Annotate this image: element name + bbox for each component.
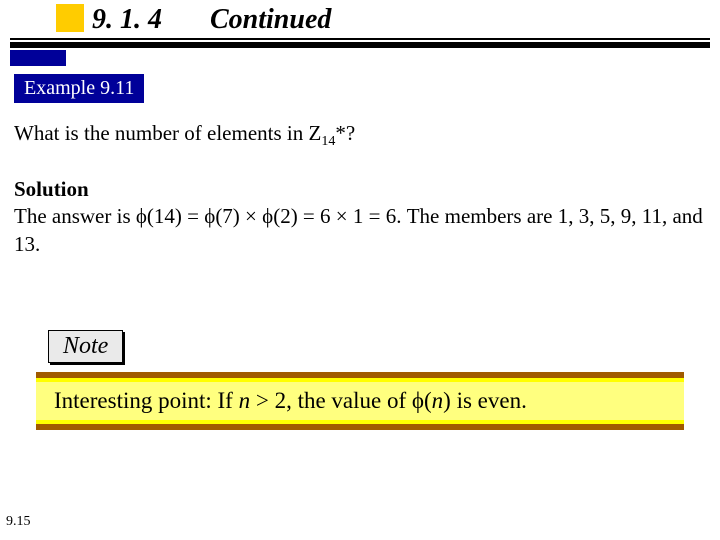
section-number: 9. 1. 4	[92, 4, 162, 36]
note-var-n1: n	[239, 388, 251, 413]
note-var-n2: n	[432, 388, 444, 413]
continued-label: Continued	[210, 4, 331, 36]
header-rule-thin	[10, 38, 710, 40]
page-number: 9.15	[6, 514, 31, 530]
header-blue-accent	[10, 50, 66, 66]
header-rule-thick	[10, 42, 710, 48]
note-banner-body: Interesting point: If n > 2, the value o…	[36, 378, 684, 424]
example-question: What is the number of elements in Z14*?	[14, 120, 704, 151]
note-text-mid: > 2, the value of ϕ(	[250, 388, 432, 413]
example-tag: Example 9.11	[14, 74, 144, 103]
solution-block: Solution The answer is ϕ(14) = ϕ(7) × ϕ(…	[14, 176, 704, 258]
slide-header: 9. 1. 4 Continued	[0, 0, 720, 66]
note-label-box: Note	[48, 330, 123, 363]
question-text-pre: What is the number of elements in Z	[14, 121, 321, 145]
question-text-post: *?	[335, 121, 355, 145]
question-subscript: 14	[321, 134, 335, 149]
note-banner-rule-bottom	[36, 424, 684, 430]
note-text-pre: Interesting point: If	[54, 388, 239, 413]
solution-body: The answer is ϕ(14) = ϕ(7) × ϕ(2) = 6 × …	[14, 204, 703, 255]
solution-heading: Solution	[14, 177, 89, 201]
header-decoration-square	[56, 4, 84, 32]
note-text-post: ) is even.	[443, 388, 527, 413]
note-banner: Interesting point: If n > 2, the value o…	[36, 372, 684, 430]
